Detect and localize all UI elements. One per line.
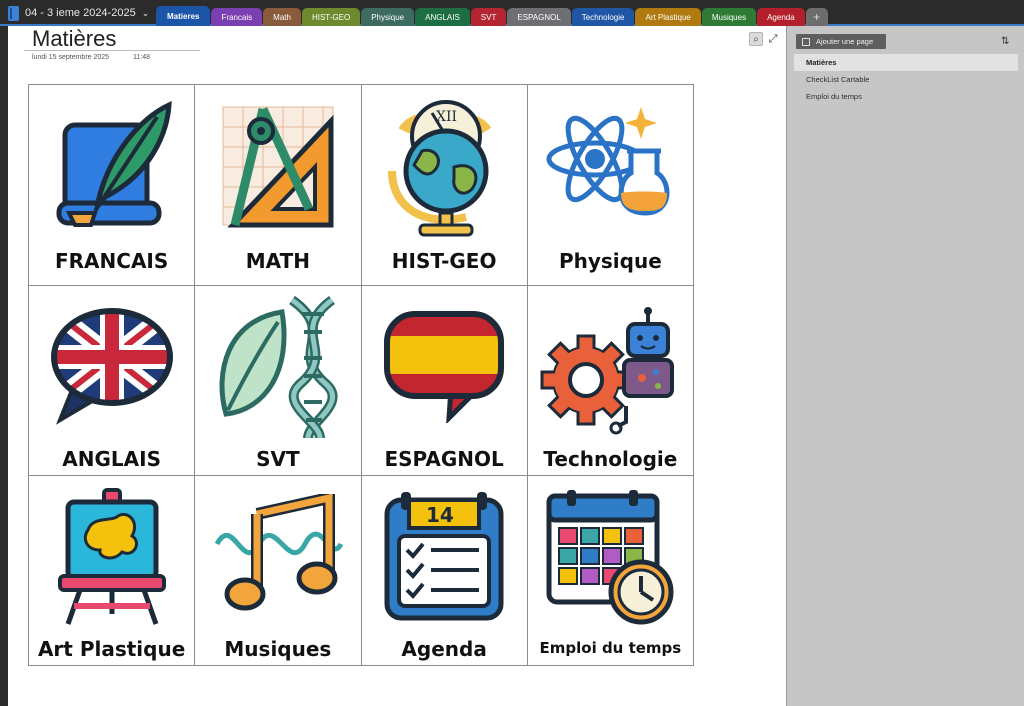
- notebook-icon: [8, 5, 19, 21]
- add-page-icon: [802, 37, 810, 46]
- calendar-checklist-icon: 14: [362, 486, 527, 621]
- tab-hist-geo[interactable]: HIST-GEO: [301, 8, 361, 26]
- subject-cell-espagnol[interactable]: ESPAGNOL: [360, 285, 528, 476]
- svg-text:14: 14: [426, 503, 454, 527]
- page-title[interactable]: Matières: [32, 26, 116, 52]
- expand-button[interactable]: ⤢: [766, 32, 780, 46]
- chevron-down-icon: ⌄: [141, 7, 150, 18]
- tab-musiques[interactable]: Musiques: [701, 8, 757, 26]
- subject-cell-anglais[interactable]: ANGLAIS: [27, 285, 196, 476]
- page-list: Matières CheckList Cartable Emploi du te…: [794, 54, 1018, 105]
- tab-espagnol[interactable]: ESPAGNOL: [507, 8, 571, 26]
- tab-francais[interactable]: Francais: [211, 8, 263, 26]
- page-list-panel: Ajouter une page ⇅ Matières CheckList Ca…: [786, 26, 1024, 706]
- add-section-button[interactable]: +: [805, 8, 828, 26]
- compass-ruler-icon: [195, 97, 360, 237]
- subject-cell-musiques[interactable]: Musiques: [194, 475, 362, 666]
- quill-scroll-icon: [29, 95, 194, 235]
- page-item-checklist-cartable[interactable]: CheckList Cartable: [794, 71, 1018, 88]
- search-icon: ⌕: [753, 33, 759, 45]
- subject-label: Agenda: [401, 637, 487, 661]
- notebook-selector[interactable]: 04 - 3 ieme 2024-2025 ⌄: [8, 4, 149, 22]
- easel-icon: [29, 486, 194, 626]
- section-tabs: Matieres Francais Math HIST-GEO Physique…: [156, 6, 828, 26]
- subject-label: Musiques: [224, 637, 332, 661]
- subjects-grid: FRANCAIS MATH XII HIST-GEO Physique ANGL…: [27, 84, 695, 666]
- tab-matieres[interactable]: Matieres: [156, 6, 211, 26]
- subject-cell-emploi-du-temps[interactable]: Emploi du temps: [526, 475, 695, 666]
- tab-svt[interactable]: SVT: [470, 8, 507, 26]
- tab-math[interactable]: Math: [263, 8, 301, 26]
- notebook-name: 04 - 3 ieme 2024-2025: [25, 7, 136, 19]
- title-underline: [24, 50, 200, 51]
- tab-agenda[interactable]: Agenda: [757, 8, 805, 26]
- page-canvas[interactable]: Matières lundi 15 septembre 2025 11:48 ⌕…: [8, 26, 786, 706]
- subject-label: Physique: [558, 249, 662, 273]
- tab-anglais[interactable]: ANGLAIS: [415, 8, 470, 26]
- subject-label: FRANCAIS: [54, 249, 169, 273]
- gear-robot-icon: [528, 306, 693, 436]
- subject-cell-francais[interactable]: FRANCAIS: [27, 84, 196, 286]
- tab-art-plastique[interactable]: Art Plastique: [635, 8, 701, 26]
- subject-label: Technologie: [543, 447, 678, 471]
- subject-label: Art Plastique: [37, 637, 186, 661]
- page-item-emploi-du-temps[interactable]: Emploi du temps: [794, 88, 1018, 105]
- search-button[interactable]: ⌕: [749, 32, 763, 46]
- music-note-icon: [195, 494, 360, 614]
- subject-label: Emploi du temps: [539, 639, 682, 657]
- subject-cell-agenda[interactable]: 14 Agenda: [360, 475, 528, 666]
- subject-label: SVT: [256, 447, 300, 471]
- sort-icon[interactable]: ⇅: [1001, 36, 1009, 47]
- globe-clock-icon: XII: [362, 91, 527, 241]
- add-page-button[interactable]: Ajouter une page: [796, 34, 886, 49]
- tab-technologie[interactable]: Technologie: [571, 8, 635, 26]
- subject-cell-art-plastique[interactable]: Art Plastique: [27, 475, 196, 666]
- page-date: lundi 15 septembre 2025: [32, 54, 110, 61]
- uk-flag-bubble-icon: [29, 302, 194, 427]
- expand-icon: ⤢: [768, 32, 778, 45]
- leaf-dna-icon: [195, 292, 360, 442]
- left-edge: [0, 26, 8, 706]
- top-bar: 04 - 3 ieme 2024-2025 ⌄ Matieres Francai…: [0, 0, 1024, 26]
- page-item-matieres[interactable]: Matières: [794, 54, 1018, 71]
- subject-label: ESPAGNOL: [384, 447, 504, 471]
- timetable-clock-icon: [528, 488, 693, 628]
- subject-label: HIST-GEO: [391, 249, 497, 273]
- subject-label: ANGLAIS: [62, 447, 161, 471]
- spain-flag-bubble-icon: [362, 308, 527, 423]
- page-time: 11:48: [133, 54, 150, 61]
- subject-cell-svt[interactable]: SVT: [194, 285, 362, 476]
- subject-cell-math[interactable]: MATH: [194, 84, 362, 286]
- add-page-label: Ajouter une page: [816, 37, 874, 46]
- subject-cell-hist-geo[interactable]: XII HIST-GEO: [360, 84, 528, 286]
- subject-cell-technologie[interactable]: Technologie: [526, 285, 695, 476]
- tab-physique[interactable]: Physique: [361, 8, 415, 26]
- atom-flask-icon: [528, 101, 693, 231]
- subject-cell-physique[interactable]: Physique: [526, 84, 695, 286]
- subject-label: MATH: [245, 249, 310, 273]
